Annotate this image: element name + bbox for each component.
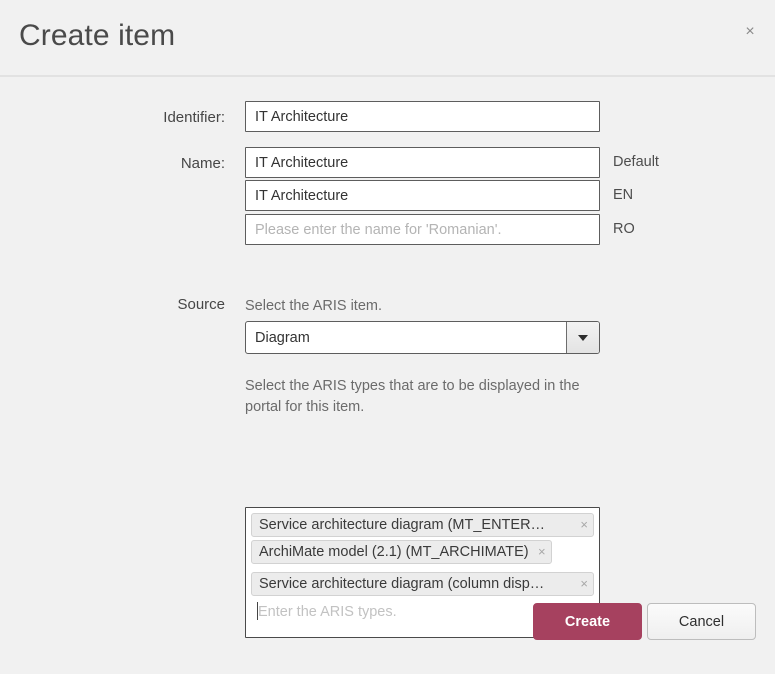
tag-item[interactable]: Service architecture diagram (column dis… bbox=[251, 572, 594, 596]
name-lang-en: EN bbox=[613, 187, 634, 203]
tag-label: Service architecture diagram (MT_ENTER… bbox=[259, 517, 546, 533]
name-lang-ro: RO bbox=[613, 221, 635, 237]
aris-item-select[interactable]: Diagram bbox=[245, 321, 600, 354]
close-icon[interactable]: × bbox=[739, 21, 761, 43]
dialog-body: Identifier: Name: Default EN RO Source S… bbox=[0, 79, 775, 674]
name-input-default[interactable] bbox=[245, 147, 600, 178]
text-cursor bbox=[257, 602, 258, 620]
tag-remove-icon[interactable]: × bbox=[538, 541, 546, 563]
name-label: Name: bbox=[180, 155, 225, 172]
aris-types-hint: Select the ARIS types that are to be dis… bbox=[245, 378, 580, 415]
aris-types-input-placeholder: Enter the ARIS types. bbox=[258, 604, 397, 620]
tag-label: Service architecture diagram (column dis… bbox=[259, 576, 545, 592]
chevron-down-icon[interactable] bbox=[566, 322, 599, 353]
cancel-button[interactable]: Cancel bbox=[647, 603, 756, 640]
create-button[interactable]: Create bbox=[533, 603, 642, 640]
name-lang-default: Default bbox=[613, 154, 659, 170]
source-item-hint: Select the ARIS item. bbox=[245, 298, 383, 314]
dialog-header: Create item × bbox=[0, 0, 775, 77]
tag-label: ArchiMate model (2.1) (MT_ARCHIMATE) bbox=[259, 544, 529, 560]
tag-remove-icon[interactable]: × bbox=[580, 514, 588, 536]
page-title: Create item bbox=[19, 19, 176, 52]
name-input-ro[interactable] bbox=[245, 214, 600, 245]
tag-remove-icon[interactable]: × bbox=[580, 573, 588, 595]
tag-item[interactable]: ArchiMate model (2.1) (MT_ARCHIMATE) × bbox=[251, 540, 552, 564]
name-input-en[interactable] bbox=[245, 180, 600, 211]
aris-item-select-value: Diagram bbox=[255, 329, 310, 346]
identifier-label: Identifier: bbox=[163, 109, 225, 126]
tag-item[interactable]: Service architecture diagram (MT_ENTER… … bbox=[251, 513, 594, 537]
source-label: Source bbox=[177, 296, 225, 313]
identifier-input[interactable] bbox=[245, 101, 600, 132]
create-item-dialog: Create item × Identifier: Name: Default … bbox=[0, 0, 775, 674]
